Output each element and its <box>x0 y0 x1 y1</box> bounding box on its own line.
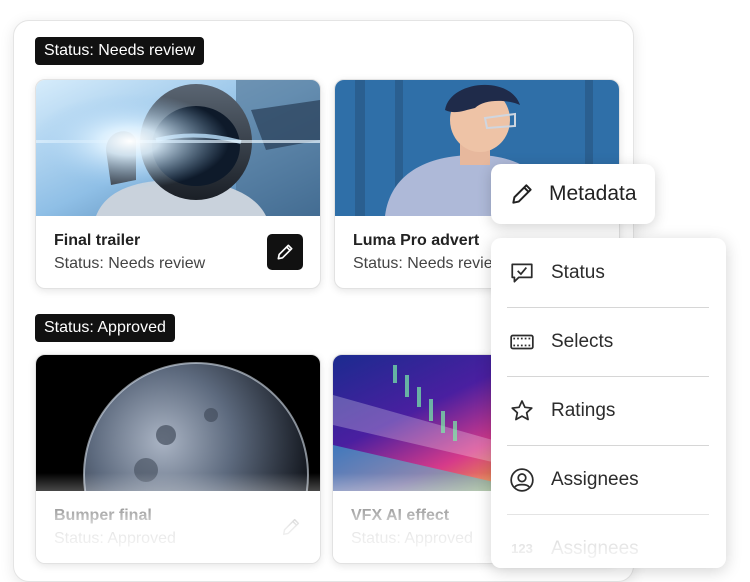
card-status: Status: Approved <box>54 530 176 547</box>
number-icon: 123 <box>511 541 533 556</box>
menu-item-label: Selects <box>551 330 614 352</box>
menu-item-label: Assignees <box>551 468 639 490</box>
menu-item-status[interactable]: Status <box>507 238 709 308</box>
card-title: Bumper final <box>54 507 152 524</box>
card-title: VFX AI effect <box>351 507 450 524</box>
asset-card-final-trailer[interactable]: Final trailer Status: Needs review <box>35 79 321 289</box>
pencil-icon <box>282 518 300 536</box>
astronaut-thumbnail[interactable] <box>36 80 320 216</box>
planet-thumbnail[interactable] <box>36 355 320 491</box>
metadata-button[interactable]: Metadata <box>491 164 655 224</box>
card-status: Status: Approved <box>351 530 473 547</box>
status-badge-approved: Status: Approved <box>35 314 175 342</box>
menu-item-assignees-numeric[interactable]: 123 Assignees <box>507 514 709 568</box>
pencil-icon <box>512 184 532 204</box>
status-badge-needs-review: Status: Needs review <box>35 37 205 65</box>
card-status: Status: Needs review <box>353 255 505 272</box>
film-strip-icon <box>509 329 535 355</box>
edit-metadata-button[interactable] <box>279 515 303 539</box>
metadata-menu: Status Selects Ratings Assignees 123 Ass… <box>491 238 726 568</box>
pencil-icon <box>277 244 293 260</box>
card-title: Luma Pro advert <box>353 232 480 249</box>
star-icon <box>509 398 535 424</box>
chat-check-icon <box>509 260 535 286</box>
asset-card-bumper-final[interactable]: Bumper final Status: Approved <box>35 354 321 564</box>
edit-metadata-button[interactable] <box>267 234 303 270</box>
menu-item-assignees[interactable]: Assignees <box>507 445 709 515</box>
user-circle-icon <box>509 467 535 493</box>
menu-item-label: Status <box>551 261 605 283</box>
card-status: Status: Needs review <box>54 255 206 272</box>
menu-item-selects[interactable]: Selects <box>507 307 709 377</box>
card-title: Final trailer <box>54 232 141 249</box>
metadata-label: Metadata <box>549 182 637 205</box>
menu-item-label: Ratings <box>551 399 616 421</box>
menu-item-ratings[interactable]: Ratings <box>507 376 709 446</box>
menu-item-label: Assignees <box>551 537 639 559</box>
